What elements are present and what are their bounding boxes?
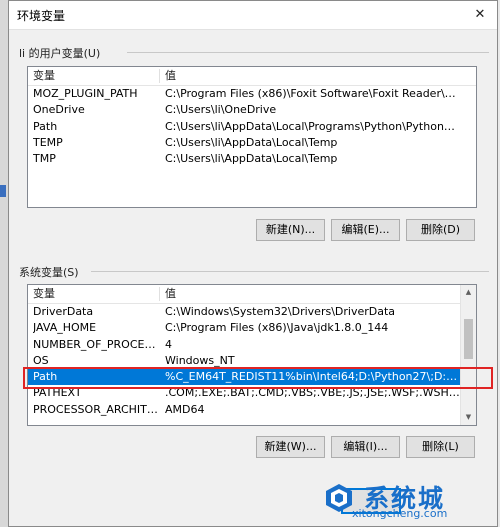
var-value: C:\Windows\System32\Drivers\DriverData — [165, 305, 396, 318]
column-separator — [159, 69, 160, 83]
system-edit-button[interactable]: 编辑(I)... — [331, 436, 400, 458]
table-row[interactable]: TMP C:\Users\li\AppData\Local\Temp — [28, 151, 476, 167]
scroll-down-icon[interactable]: ▼ — [461, 410, 476, 425]
table-row[interactable]: Path C:\Users\li\AppData\Local\Programs\P… — [28, 119, 476, 135]
brand-logo-icon — [326, 484, 352, 512]
var-name: TEMP — [33, 135, 63, 149]
var-name: DriverData — [33, 305, 94, 318]
user-edit-button[interactable]: 编辑(E)... — [331, 219, 400, 241]
column-header-value[interactable]: 值 — [165, 67, 460, 85]
annotation-highlight-box — [23, 367, 493, 389]
var-value: C:\Program Files (x86)\Foxit Software\Fo… — [165, 87, 460, 100]
system-vars-list[interactable]: 变量 值 DriverData C:\Windows\System32\Drive… — [27, 284, 477, 426]
var-name: TMP — [33, 152, 56, 166]
var-value: AMD64 — [165, 402, 205, 416]
close-icon[interactable]: ✕ — [471, 6, 489, 24]
table-row[interactable]: TEMP C:\Users\li\AppData\Local\Temp — [28, 135, 476, 151]
watermark: 系统城 xitongcheng.com — [324, 483, 494, 523]
var-value: C:\Users\li\AppData\Local\Temp — [165, 152, 338, 166]
table-row[interactable]: NUMBER_OF_PROCESSORS 4 — [28, 337, 476, 353]
column-header-name[interactable]: 变量 — [33, 67, 161, 85]
user-delete-button[interactable]: 删除(D) — [406, 219, 475, 241]
dialog-title: 环境变量 — [17, 9, 66, 23]
env-vars-dialog: 环境变量 ✕ li 的用户变量(U) 变量 值 MOZ_PLUGIN_PATH C… — [8, 0, 498, 527]
scroll-up-icon[interactable]: ▲ — [461, 285, 476, 300]
group-divider — [91, 271, 489, 272]
column-header-name[interactable]: 变量 — [33, 285, 161, 303]
title-bar: 环境变量 ✕ — [9, 1, 497, 30]
table-row[interactable]: MOZ_PLUGIN_PATH C:\Program Files (x86)\Fo… — [28, 86, 476, 102]
vertical-scrollbar[interactable]: ▲ ▼ — [460, 285, 476, 425]
brand-url: xitongcheng.com — [352, 507, 448, 520]
column-header-value[interactable]: 值 — [165, 285, 460, 303]
table-row[interactable]: OneDrive C:\Users\li\OneDrive — [28, 102, 476, 118]
list-header: 变量 值 — [28, 285, 476, 304]
var-name: Path — [33, 119, 58, 133]
list-header: 变量 值 — [28, 67, 476, 86]
var-name: JAVA_HOME — [33, 321, 97, 335]
var-value: C:\Users\li\OneDrive — [165, 103, 277, 117]
system-delete-button[interactable]: 删除(L) — [406, 436, 475, 458]
var-value: C:\Program Files (x86)\Java\jdk1.8.0_144 — [165, 321, 389, 335]
user-new-button[interactable]: 新建(N)... — [256, 219, 325, 241]
var-name: NUMBER_OF_PROCESSORS — [33, 337, 161, 351]
var-name: PROCESSOR_ARCHITECT... — [33, 402, 161, 416]
table-row[interactable]: JAVA_HOME C:\Program Files (x86)\Java\jdk… — [28, 320, 476, 336]
var-value: 4 — [165, 337, 172, 351]
table-row[interactable]: PROCESSOR_ARCHITECT... AMD64 — [28, 402, 476, 418]
var-name: OneDrive — [33, 103, 85, 117]
background-window-fragment — [0, 185, 6, 197]
user-vars-list[interactable]: 变量 值 MOZ_PLUGIN_PATH C:\Program Files (x8… — [27, 66, 477, 208]
user-vars-group-label: li 的用户变量(U) — [19, 47, 101, 60]
system-new-button[interactable]: 新建(W)... — [256, 436, 325, 458]
var-value: C:\Users\li\AppData\Local\Programs\Pytho… — [165, 119, 460, 133]
scroll-thumb[interactable] — [464, 319, 473, 359]
table-row[interactable]: DriverData C:\Windows\System32\Drivers\Dr… — [28, 304, 476, 320]
group-divider — [127, 52, 489, 53]
var-value: C:\Users\li\AppData\Local\Temp — [165, 135, 338, 149]
var-name: MOZ_PLUGIN_PATH — [33, 87, 138, 100]
system-vars-group-label: 系统变量(S) — [19, 266, 79, 279]
column-separator — [159, 287, 160, 301]
